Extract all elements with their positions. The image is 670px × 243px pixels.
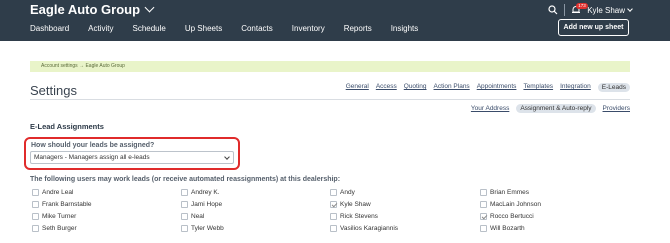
user-name-label: MacLain Johnson [490, 201, 541, 208]
user-checkbox[interactable] [181, 189, 188, 196]
chevron-down-icon [627, 6, 633, 12]
user-checkbox[interactable] [32, 189, 39, 196]
list-item[interactable]: Will Bozarth [480, 225, 525, 232]
user-name-label: Rocco Bertucci [490, 213, 534, 220]
user-name-label: Rick Stevens [340, 213, 378, 220]
main-nav: Dashboard Activity Schedule Up Sheets Contac… [30, 24, 437, 33]
user-name-label: Seth Burger [42, 225, 77, 232]
tab-action-plans[interactable]: Action Plans [434, 83, 470, 92]
notification-badge: 173 [576, 3, 588, 9]
user-name-label: Mike Turner [42, 213, 77, 220]
user-checkbox[interactable] [32, 225, 39, 232]
brand-dropdown[interactable]: Eagle Auto Group [30, 2, 155, 17]
user-name-label: Will Bozarth [490, 225, 525, 232]
search-icon[interactable] [548, 5, 558, 15]
user-name-label: Frank Barnstable [42, 201, 92, 208]
user-checkbox[interactable] [480, 225, 487, 232]
list-item[interactable]: Neal [181, 213, 204, 220]
header-divider [564, 4, 566, 16]
user-name-label: Vasilios Karagiannis [340, 225, 399, 232]
list-item[interactable]: Andrey K. [181, 189, 220, 196]
tab-quoting[interactable]: Quoting [404, 83, 427, 92]
list-item[interactable]: Frank Barnstable [32, 201, 92, 208]
user-name: Kyle Shaw [587, 5, 625, 15]
user-checkbox[interactable] [181, 225, 188, 232]
list-item[interactable]: Kyle Shaw [330, 201, 371, 208]
user-checkbox[interactable] [330, 225, 337, 232]
list-item[interactable]: Seth Burger [32, 225, 77, 232]
assignment-question: How should your leads be assigned? [31, 142, 155, 149]
nav-item-dashboard[interactable]: Dashboard [30, 24, 69, 33]
breadcrumb: Account settings → Eagle Auto Group [30, 61, 630, 72]
notifications-button[interactable]: 173 [571, 3, 588, 15]
header-tools: 173 Kyle Shaw [548, 3, 633, 16]
user-checkbox[interactable] [181, 213, 188, 220]
list-item[interactable]: Tyler Webb [181, 225, 224, 232]
list-item[interactable]: Andy [330, 189, 355, 196]
list-item[interactable]: Andre Leal [32, 189, 73, 196]
user-name-label: Neal [191, 213, 205, 220]
nav-item-up-sheets[interactable]: Up Sheets [185, 24, 222, 33]
page-title: Settings [30, 83, 77, 98]
nav-item-schedule[interactable]: Schedule [132, 24, 165, 33]
list-item[interactable]: Mike Turner [32, 213, 76, 220]
users-label: The following users may work leads (or r… [30, 176, 341, 183]
user-menu[interactable]: Kyle Shaw [587, 5, 633, 15]
user-checkbox[interactable] [480, 201, 487, 208]
list-item[interactable]: Rocco Bertucci [480, 213, 534, 220]
tab-access[interactable]: Access [376, 83, 397, 92]
nav-item-contacts[interactable]: Contacts [241, 24, 273, 33]
user-checkbox[interactable] [181, 201, 188, 208]
user-checkbox[interactable] [330, 189, 337, 196]
assignment-select-value: Managers - Managers assign all e-leads [34, 154, 150, 161]
section-title: E-Lead Assignments [30, 122, 104, 131]
assignment-select[interactable]: Managers - Managers assign all e-leads [30, 151, 234, 164]
list-item[interactable]: Rick Stevens [330, 213, 378, 220]
chevron-down-icon [144, 2, 155, 13]
user-name-label: Jami Hope [191, 201, 223, 208]
add-up-sheet-button[interactable]: Add new up sheet [558, 19, 629, 36]
user-checkbox[interactable] [330, 213, 337, 220]
settings-tabs: General Access Quoting Action Plans Appointm… [346, 83, 630, 92]
user-name-label: Andy [340, 189, 355, 196]
top-navigation-bar: Eagle Auto Group Dashboard Activity Schedu… [0, 0, 670, 41]
divider [30, 99, 630, 100]
nav-item-reports[interactable]: Reports [344, 24, 372, 33]
subtab-providers[interactable]: Providers [603, 105, 630, 112]
subtab-your-address[interactable]: Your Address [471, 105, 509, 112]
list-item[interactable]: Vasilios Karagiannis [330, 225, 398, 232]
tab-templates[interactable]: Templates [523, 83, 553, 92]
subtab-assignment-auto-reply[interactable]: Assignment & Auto-reply [516, 104, 596, 113]
tab-appointments[interactable]: Appointments [477, 83, 517, 92]
user-checkbox[interactable] [32, 201, 39, 208]
user-name-label: Andre Leal [42, 189, 74, 196]
user-name-label: Andrey K. [191, 189, 220, 196]
user-name-label: Brian Emmes [490, 189, 530, 196]
nav-item-activity[interactable]: Activity [88, 24, 113, 33]
nav-item-insights[interactable]: Insights [391, 24, 419, 33]
user-checkbox[interactable] [32, 213, 39, 220]
tab-integration[interactable]: Integration [560, 83, 591, 92]
brand-name: Eagle Auto Group [30, 2, 141, 17]
user-name-label: Kyle Shaw [340, 201, 371, 208]
user-name-label: Tyler Webb [191, 225, 224, 232]
tab-general[interactable]: General [346, 83, 369, 92]
chevron-down-icon [224, 154, 230, 160]
user-checkbox[interactable] [480, 213, 487, 220]
list-item[interactable]: Jami Hope [181, 201, 222, 208]
list-item[interactable]: MacLain Johnson [480, 201, 541, 208]
user-checkbox[interactable] [480, 189, 487, 196]
nav-item-inventory[interactable]: Inventory [292, 24, 325, 33]
tab-e-leads[interactable]: E-Leads [597, 83, 630, 92]
user-checkbox[interactable] [330, 201, 337, 208]
eleads-subtabs: Your Address Assignment & Auto-reply Provi… [471, 104, 630, 113]
list-item[interactable]: Brian Emmes [480, 189, 529, 196]
